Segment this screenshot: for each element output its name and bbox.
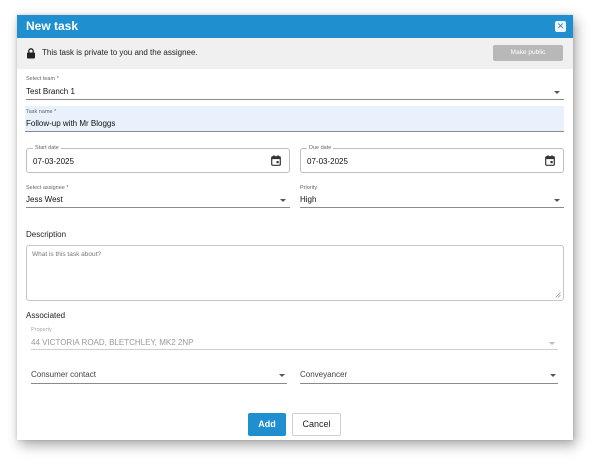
due-date-label: Due date	[307, 145, 334, 151]
dialog-header: New task ✕	[17, 15, 573, 38]
assignee-underline	[26, 207, 290, 208]
associated-title: Associated	[26, 311, 66, 320]
consumer-contact-underline	[31, 383, 287, 384]
chevron-down-icon[interactable]	[550, 374, 556, 377]
dialog-title: New task	[26, 19, 79, 33]
conveyancer-underline	[300, 383, 558, 384]
due-date-value: 07-03-2025	[307, 157, 348, 166]
chevron-down-icon	[549, 342, 555, 345]
close-icon[interactable]: ✕	[555, 21, 566, 32]
chevron-down-icon[interactable]	[554, 91, 560, 94]
description-title: Description	[26, 230, 67, 239]
task-name-field[interactable]: Task name * Follow-up with Mr Bloggs	[25, 106, 564, 132]
calendar-icon[interactable]	[545, 155, 555, 166]
priority-value: High	[300, 195, 317, 204]
task-name-label: Task name *	[26, 109, 57, 115]
chevron-down-icon[interactable]	[279, 374, 285, 377]
chevron-down-icon[interactable]	[554, 199, 560, 202]
conveyancer-select[interactable]: Conveyancer	[300, 368, 558, 384]
conveyancer-label: Conveyancer	[300, 370, 348, 379]
priority-select[interactable]: Priority High	[300, 185, 564, 208]
new-task-dialog: New task ✕ This task is private to you a…	[17, 15, 573, 440]
property-underline	[31, 349, 558, 350]
add-button[interactable]: Add	[248, 413, 286, 436]
privacy-message: This task is private to you and the assi…	[42, 48, 198, 57]
description-placeholder: What is this task about?	[32, 251, 102, 258]
task-name-value: Follow-up with Mr Bloggs	[26, 119, 116, 128]
chevron-down-icon[interactable]	[280, 199, 286, 202]
assignee-value: Jess West	[26, 195, 63, 204]
due-date-field[interactable]: Due date 07-03-2025	[300, 145, 564, 173]
start-date-value: 07-03-2025	[33, 157, 74, 166]
privacy-banner: This task is private to you and the assi…	[17, 38, 573, 69]
team-label: Select team *	[26, 76, 59, 82]
consumer-contact-label: Consumer contact	[31, 370, 96, 379]
team-value: Test Branch 1	[26, 87, 75, 96]
description-textarea[interactable]: What is this task about?	[26, 245, 564, 301]
start-date-label: Start date	[33, 145, 61, 151]
cancel-button[interactable]: Cancel	[292, 413, 341, 436]
assignee-select[interactable]: Select assignee * Jess West	[26, 185, 290, 208]
resize-handle-icon[interactable]	[555, 292, 561, 298]
lock-icon	[27, 48, 35, 59]
consumer-contact-select[interactable]: Consumer contact	[31, 368, 287, 384]
calendar-icon[interactable]	[271, 155, 281, 166]
team-select[interactable]: Select team * Test Branch 1	[26, 76, 564, 100]
assignee-label: Select assignee *	[26, 185, 69, 191]
priority-label: Priority	[300, 185, 318, 191]
priority-underline	[300, 207, 564, 208]
property-select: Property 44 VICTORIA ROAD, BLETCHLEY, MK…	[31, 326, 558, 350]
property-label: Property	[31, 327, 52, 333]
start-date-field[interactable]: Start date 07-03-2025	[26, 145, 290, 173]
team-underline	[26, 99, 564, 100]
make-public-button[interactable]: Make public	[493, 45, 563, 61]
property-value: 44 VICTORIA ROAD, BLETCHLEY, MK2 2NP	[31, 338, 194, 347]
